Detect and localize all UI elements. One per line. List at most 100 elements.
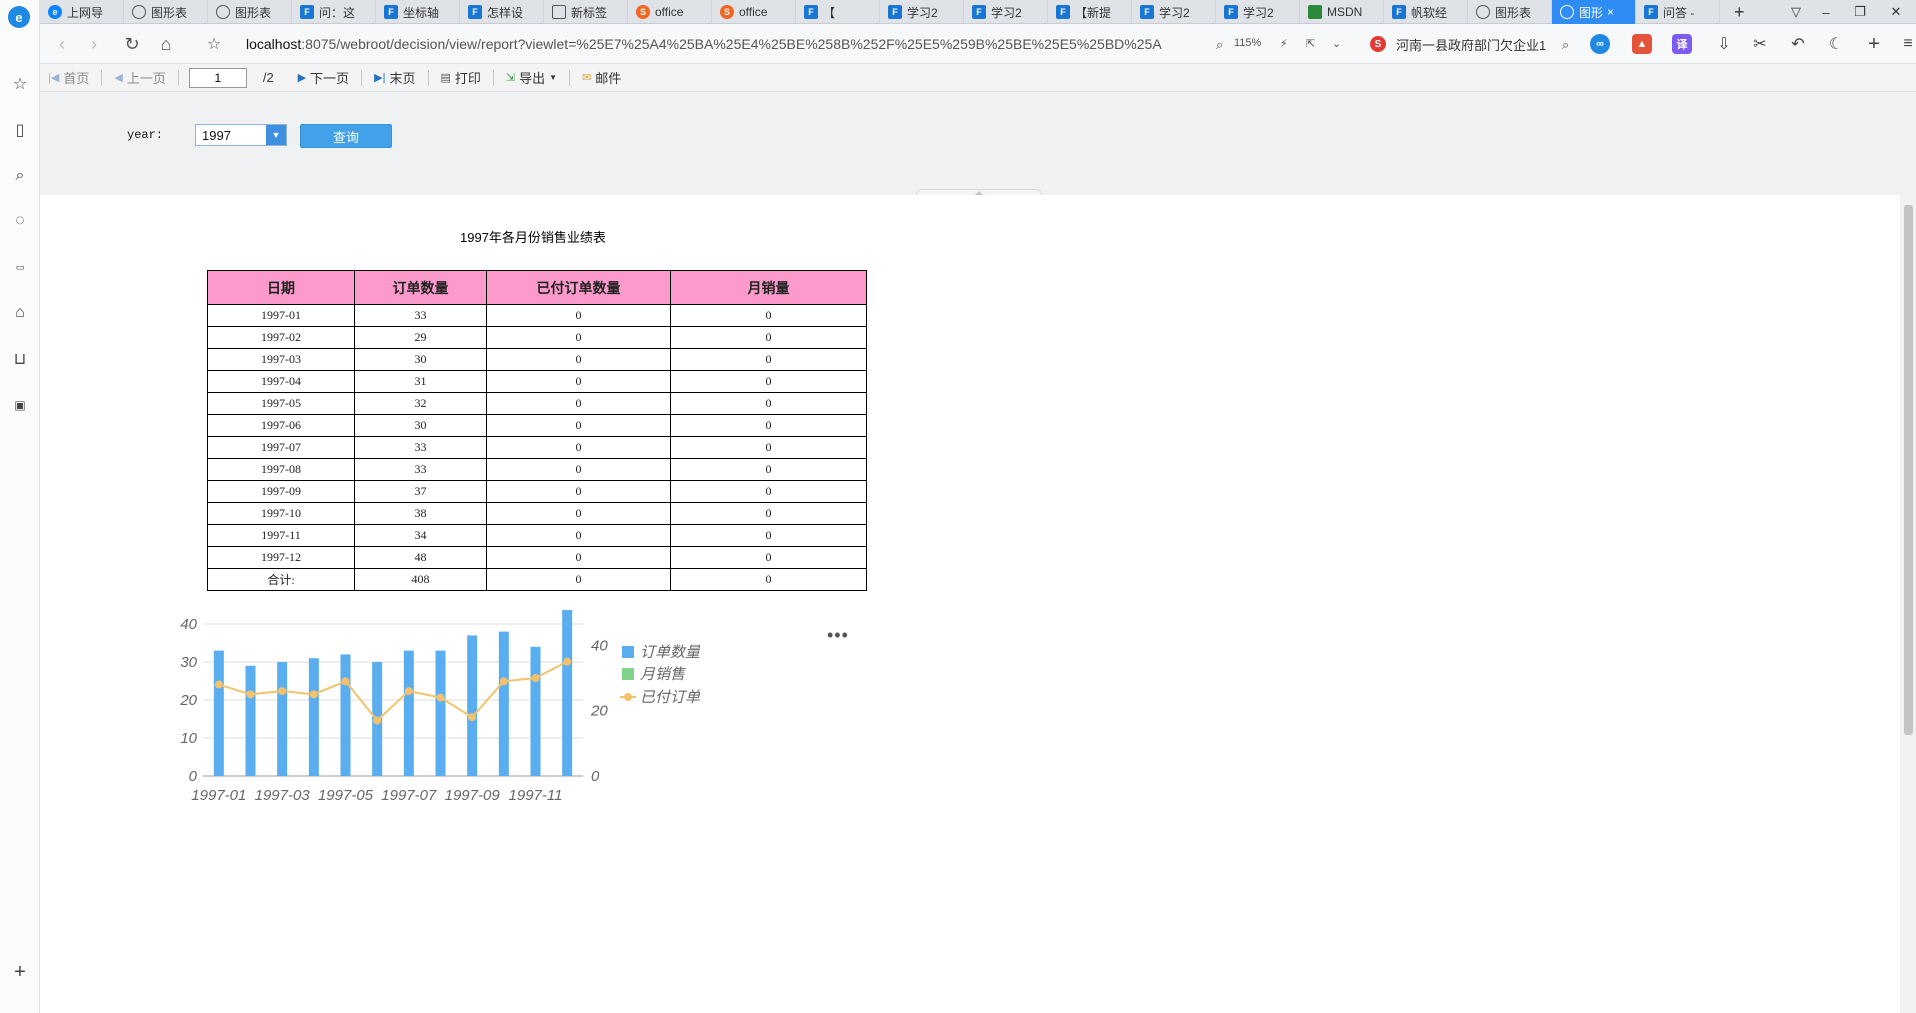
tab-label: 帆软经 bbox=[1411, 5, 1448, 20]
zoom-level[interactable]: 115% bbox=[1234, 37, 1261, 49]
undo-icon[interactable]: ↶ bbox=[1786, 32, 1810, 56]
share-icon[interactable]: ⇱ bbox=[1306, 37, 1315, 50]
browser-tab[interactable]: 新标签 bbox=[544, 0, 628, 24]
first-page-button[interactable]: |◀ 首页 bbox=[46, 67, 91, 89]
search-icon[interactable]: ⌕ bbox=[8, 164, 32, 188]
shopping-cart-icon[interactable]: ⊔ bbox=[8, 347, 32, 371]
tab-label: 坐标轴 bbox=[403, 5, 440, 20]
table-cell: 0 bbox=[670, 436, 867, 459]
finereport-icon: F bbox=[804, 5, 818, 19]
browser-tab[interactable]: F 学习2 bbox=[1216, 0, 1300, 24]
chevron-down-icon: ▼ bbox=[549, 73, 558, 82]
browser-tab[interactable]: MSDN bbox=[1300, 0, 1384, 24]
browser-tab[interactable]: e 上网导 bbox=[40, 0, 124, 24]
last-page-button[interactable]: ▶| 末页 bbox=[372, 67, 417, 89]
table-cell: 0 bbox=[486, 326, 671, 349]
year-select[interactable]: 1997 ▼ bbox=[195, 124, 287, 146]
extension-infinity-icon[interactable]: ∞ bbox=[1590, 34, 1610, 54]
new-tab-button[interactable]: + bbox=[1726, 0, 1756, 24]
favorites-star-icon[interactable]: ☆ bbox=[8, 72, 32, 96]
browser-tab[interactable]: Soffice bbox=[628, 0, 712, 24]
prev-page-icon: ◀ bbox=[114, 72, 123, 84]
home-icon[interactable]: ⌂ bbox=[154, 32, 178, 56]
extension-translate-icon[interactable]: 译 bbox=[1672, 34, 1692, 54]
y-tick-label: 20 bbox=[179, 692, 197, 709]
browser-tab[interactable]: 图形表 bbox=[208, 0, 292, 24]
close-window-button[interactable]: ✕ bbox=[1876, 0, 1916, 24]
browser-tab[interactable]: Soffice bbox=[712, 0, 796, 24]
browser-tab[interactable]: 图形 × bbox=[1552, 0, 1636, 24]
live-icon[interactable]: ▭ bbox=[8, 255, 32, 279]
mail-button[interactable]: ✉ 邮件 bbox=[580, 67, 623, 89]
table-cell: 31 bbox=[354, 370, 487, 393]
table-cell: 0 bbox=[670, 458, 867, 481]
page-number-input[interactable] bbox=[188, 67, 247, 88]
url-dropdown-icon[interactable]: ⌄ bbox=[1332, 37, 1341, 50]
next-page-button[interactable]: ▶ 下一页 bbox=[296, 67, 351, 89]
globe-icon bbox=[1560, 5, 1574, 19]
table-cell: 0 bbox=[486, 524, 671, 547]
first-page-label: 首页 bbox=[63, 71, 90, 86]
browser-tab[interactable]: F 【 bbox=[796, 0, 880, 24]
translate-icon[interactable]: ▣ bbox=[8, 393, 32, 417]
game-icon[interactable]: ⌂ bbox=[8, 301, 32, 325]
finereport-icon: F bbox=[300, 5, 314, 19]
table-cell: 1997-08 bbox=[207, 458, 355, 481]
bar-order-count bbox=[213, 650, 224, 776]
add-sidebar-icon[interactable]: + bbox=[8, 960, 32, 984]
browser-tab[interactable]: F 问：这 bbox=[292, 0, 376, 24]
chart-more-icon[interactable]: ••• bbox=[827, 625, 849, 646]
chat-icon[interactable]: ◌ bbox=[8, 209, 32, 233]
browser-tab[interactable]: F 怎样设 bbox=[460, 0, 544, 24]
forward-icon[interactable]: › bbox=[82, 32, 106, 56]
dropdown-arrow-icon[interactable]: ▼ bbox=[266, 125, 286, 145]
bar-order-count bbox=[435, 650, 446, 776]
table-cell: 0 bbox=[670, 326, 867, 349]
restore-button[interactable]: ❐ bbox=[1840, 0, 1880, 24]
prev-page-button[interactable]: ◀ 上一页 bbox=[112, 67, 167, 89]
browser-tab[interactable]: F 学习2 bbox=[1132, 0, 1216, 24]
zoom-search-icon[interactable]: ⌕ bbox=[1216, 37, 1223, 53]
browser-tab[interactable]: F 问答 - bbox=[1636, 0, 1720, 24]
back-icon[interactable]: ‹ bbox=[50, 32, 74, 56]
extension-game-icon[interactable]: ▲ bbox=[1632, 34, 1652, 54]
table-cell: 0 bbox=[486, 436, 671, 459]
vertical-scrollbar[interactable] bbox=[1900, 195, 1916, 1013]
night-mode-icon[interactable]: ☾ bbox=[1824, 32, 1848, 56]
export-button[interactable]: ⇲ 导出 ▼ bbox=[504, 67, 559, 89]
scrollbar-thumb[interactable] bbox=[1904, 205, 1913, 735]
bolt-icon[interactable]: ⚡ bbox=[1280, 37, 1288, 50]
browser-tab[interactable]: F 帆软经 bbox=[1384, 0, 1468, 24]
table-cell: 32 bbox=[354, 392, 487, 415]
menu-icon[interactable]: ≡ bbox=[1896, 32, 1916, 56]
next-page-label: 下一页 bbox=[310, 71, 350, 86]
browser-tab[interactable]: F 学习2 bbox=[880, 0, 964, 24]
point-paid-orders bbox=[214, 680, 223, 689]
table-row: 1997-08 33 0 0 bbox=[207, 458, 867, 481]
search-box[interactable]: S 河南一县政府部门欠企业1 bbox=[1370, 32, 1570, 56]
browser-tab[interactable]: 图形表 bbox=[124, 0, 208, 24]
search-go-icon[interactable]: ⌕ bbox=[1562, 37, 1569, 53]
finereport-icon: F bbox=[1644, 5, 1658, 19]
download-icon[interactable]: ⇩ bbox=[1712, 32, 1736, 56]
screenshot-scissors-icon[interactable]: ✂ bbox=[1748, 32, 1772, 56]
print-button[interactable]: ▤ 打印 bbox=[439, 67, 483, 89]
report-toolbar: |◀首页 ◀上一页 /2 ▶下一页 ▶|末页 ▤打印 ⇲导出▼ ✉邮件 bbox=[40, 64, 1916, 92]
add-icon[interactable]: + bbox=[1862, 32, 1886, 56]
reload-icon[interactable]: ↻ bbox=[120, 32, 144, 56]
search-engine-icon[interactable]: S bbox=[1370, 36, 1386, 52]
browser-tab[interactable]: F 学习2 bbox=[964, 0, 1048, 24]
toolbar-divider bbox=[361, 69, 363, 86]
browser-tab[interactable]: 图形表 bbox=[1468, 0, 1552, 24]
browser-tab[interactable]: F 【新提 bbox=[1048, 0, 1132, 24]
query-button[interactable]: 查询 bbox=[300, 124, 392, 148]
first-page-icon: |◀ bbox=[48, 72, 60, 84]
legend-swatch bbox=[624, 693, 632, 701]
bookmark-star-icon[interactable]: ☆ bbox=[202, 32, 226, 56]
close-tab-icon[interactable]: × bbox=[1607, 5, 1614, 19]
browser-tab[interactable]: F 坐标轴 bbox=[376, 0, 460, 24]
url-field[interactable]: localhost:8075/webroot/decision/view/rep… bbox=[246, 34, 1196, 54]
browser-logo-icon[interactable]: e bbox=[8, 6, 30, 28]
year-value: 1997 bbox=[202, 128, 231, 143]
reading-book-icon[interactable]: ▯ bbox=[8, 118, 32, 142]
